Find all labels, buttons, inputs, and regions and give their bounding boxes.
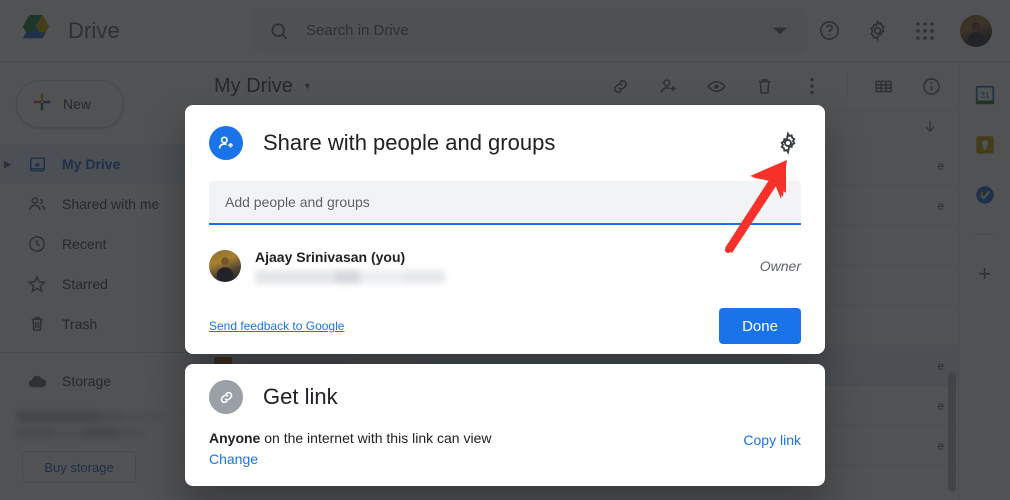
shared-person-row: Ajaay Srinivasan (you) Owner (209, 237, 801, 295)
share-dialog-footer: Send feedback to Google Done (209, 295, 801, 357)
share-dialog: Share with people and groups Add people … (185, 105, 825, 354)
person-email-redacted (255, 270, 445, 284)
get-link-body: Anyone on the internet with this link ca… (209, 430, 801, 467)
get-link-header: Get link (209, 364, 801, 430)
drive-share-screen: Drive Search in Drive (0, 0, 1010, 500)
person-avatar (209, 250, 241, 282)
link-access-audience: Anyone (209, 430, 260, 446)
share-dialog-header: Share with people and groups (209, 105, 801, 181)
get-link-dialog: Get link Anyone on the internet with thi… (185, 364, 825, 486)
add-person-icon (209, 126, 243, 160)
person-role: Owner (760, 258, 801, 274)
change-access-link[interactable]: Change (209, 451, 491, 467)
copy-link-button[interactable]: Copy link (743, 430, 801, 448)
link-access-detail: on the internet with this link can view (260, 430, 491, 446)
get-link-title: Get link (263, 384, 338, 410)
send-feedback-link[interactable]: Send feedback to Google (209, 319, 344, 333)
add-people-input[interactable]: Add people and groups (209, 181, 801, 225)
gear-icon[interactable] (775, 130, 801, 156)
link-access-text: Anyone on the internet with this link ca… (209, 430, 491, 446)
add-people-placeholder: Add people and groups (225, 194, 370, 210)
done-button[interactable]: Done (719, 308, 801, 344)
person-name: Ajaay Srinivasan (you) (255, 249, 445, 265)
done-button-label: Done (742, 318, 778, 335)
share-dialog-title: Share with people and groups (263, 130, 555, 156)
link-icon (209, 380, 243, 414)
